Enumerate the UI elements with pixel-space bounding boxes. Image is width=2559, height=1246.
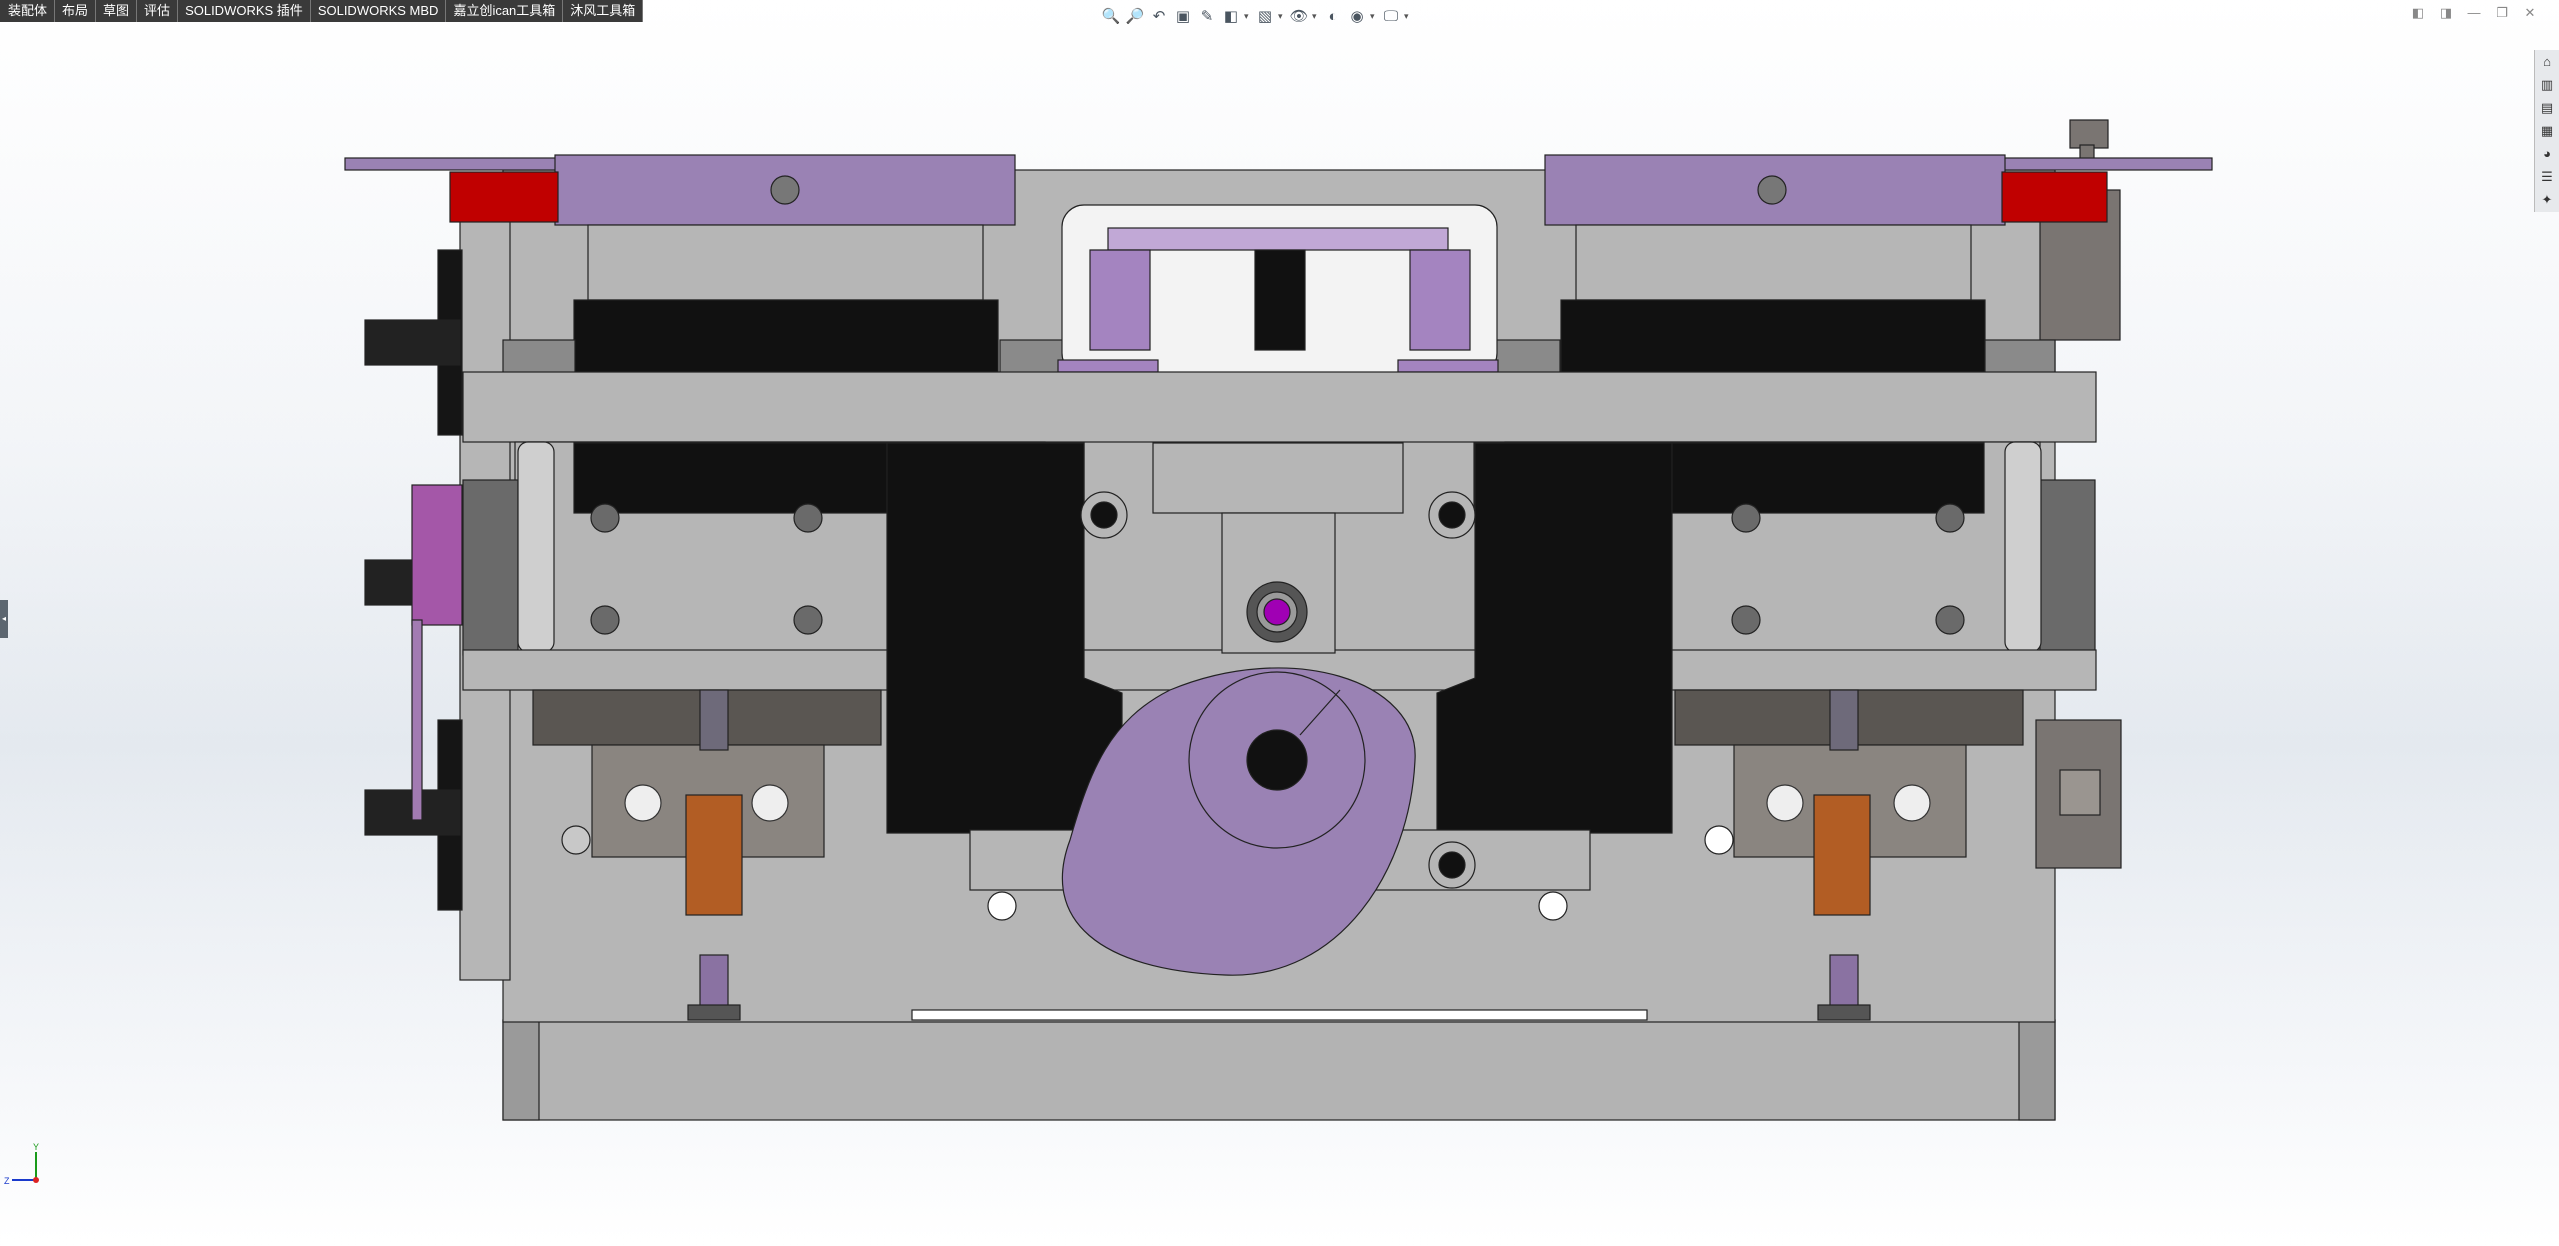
tab-sketch[interactable]: 草图 xyxy=(96,0,138,22)
tab-solidworks-addins[interactable]: SOLIDWORKS 插件 xyxy=(178,0,311,22)
tile-right-icon[interactable]: ◨ xyxy=(2437,4,2455,22)
dynamic-annotation-icon[interactable]: ✎ xyxy=(1196,5,1218,27)
tab-jlc-ican-toolbox[interactable]: 嘉立创ican工具箱 xyxy=(446,0,564,22)
previous-view-icon[interactable]: ↶ xyxy=(1148,5,1170,27)
graphics-area[interactable] xyxy=(0,0,2559,1241)
zoom-to-fit-icon[interactable]: 🔍 xyxy=(1100,5,1122,27)
heads-up-view-toolbar: 🔍 🔎 ↶ ▣ ✎ ◧ ▾ ▧ ▾ 👁 ▾ ◐ ◉ ▾ 🖵 ▾ xyxy=(1100,3,1412,29)
task-pane: ⌂ ▥ ▤ ▦ ◕ ☰ ✦ xyxy=(2534,50,2559,212)
view-orientation-icon[interactable]: ◧ xyxy=(1220,5,1242,27)
chevron-down-icon[interactable]: ▾ xyxy=(1404,11,1412,22)
view-settings-icon[interactable]: 🖵 xyxy=(1380,5,1402,27)
restore-icon[interactable]: ❐ xyxy=(2493,4,2511,22)
file-explorer-icon[interactable]: ▤ xyxy=(2536,97,2558,119)
home-icon[interactable]: ⌂ xyxy=(2536,51,2558,73)
custom-properties-icon[interactable]: ☰ xyxy=(2536,166,2558,188)
display-style-icon[interactable]: ▧ xyxy=(1254,5,1276,27)
tile-left-icon[interactable]: ◧ xyxy=(2409,4,2427,22)
appearances-icon[interactable]: ◕ xyxy=(2536,143,2558,165)
left-upper-black xyxy=(573,299,999,373)
close-icon[interactable]: ✕ xyxy=(2521,4,2539,22)
base-plate xyxy=(502,1019,2056,1121)
tab-assembly[interactable]: 装配体 xyxy=(0,0,56,22)
chevron-down-icon[interactable]: ▾ xyxy=(1244,11,1252,22)
zoom-to-area-icon[interactable]: 🔎 xyxy=(1124,5,1146,27)
chevron-down-icon[interactable]: ▾ xyxy=(1278,11,1286,22)
command-manager-tabs: 装配体 布局 草图 评估 SOLIDWORKS 插件 SOLIDWORKS MB… xyxy=(0,0,644,22)
apply-scene-icon[interactable]: ◉ xyxy=(1346,5,1368,27)
chevron-down-icon[interactable]: ▾ xyxy=(1370,11,1378,22)
triad-z-label: Z xyxy=(4,1176,10,1186)
hide-show-icon[interactable]: 👁 xyxy=(1288,5,1310,27)
section-view-icon[interactable]: ▣ xyxy=(1172,5,1194,27)
middle-plate xyxy=(462,371,2097,443)
tab-layout[interactable]: 布局 xyxy=(55,0,97,22)
tab-evaluate[interactable]: 评估 xyxy=(137,0,179,22)
tab-mufeng-toolbox[interactable]: 沐风工具箱 xyxy=(563,0,644,22)
assembly-model[interactable] xyxy=(0,0,2559,1241)
left-red-block xyxy=(449,171,559,223)
tab-solidworks-mbd[interactable]: SOLIDWORKS MBD xyxy=(310,0,447,22)
right-red-block xyxy=(2001,171,2108,223)
chevron-down-icon[interactable]: ▾ xyxy=(1312,11,1320,22)
view-palette-icon[interactable]: ▦ xyxy=(2536,120,2558,142)
feature-manager-expand-handle[interactable]: ◂ xyxy=(0,600,8,638)
forum-icon[interactable]: ✦ xyxy=(2536,189,2558,211)
minimize-icon[interactable]: — xyxy=(2465,4,2483,22)
edit-appearance-icon[interactable]: ◐ xyxy=(1322,5,1344,27)
triad-y-label: Y xyxy=(33,1142,39,1152)
reference-triad: Y Z xyxy=(4,1142,39,1186)
right-upper-black xyxy=(1560,299,1986,373)
design-library-icon[interactable]: ▥ xyxy=(2536,74,2558,96)
window-controls: ◧ ◨ — ❐ ✕ xyxy=(2409,4,2539,22)
